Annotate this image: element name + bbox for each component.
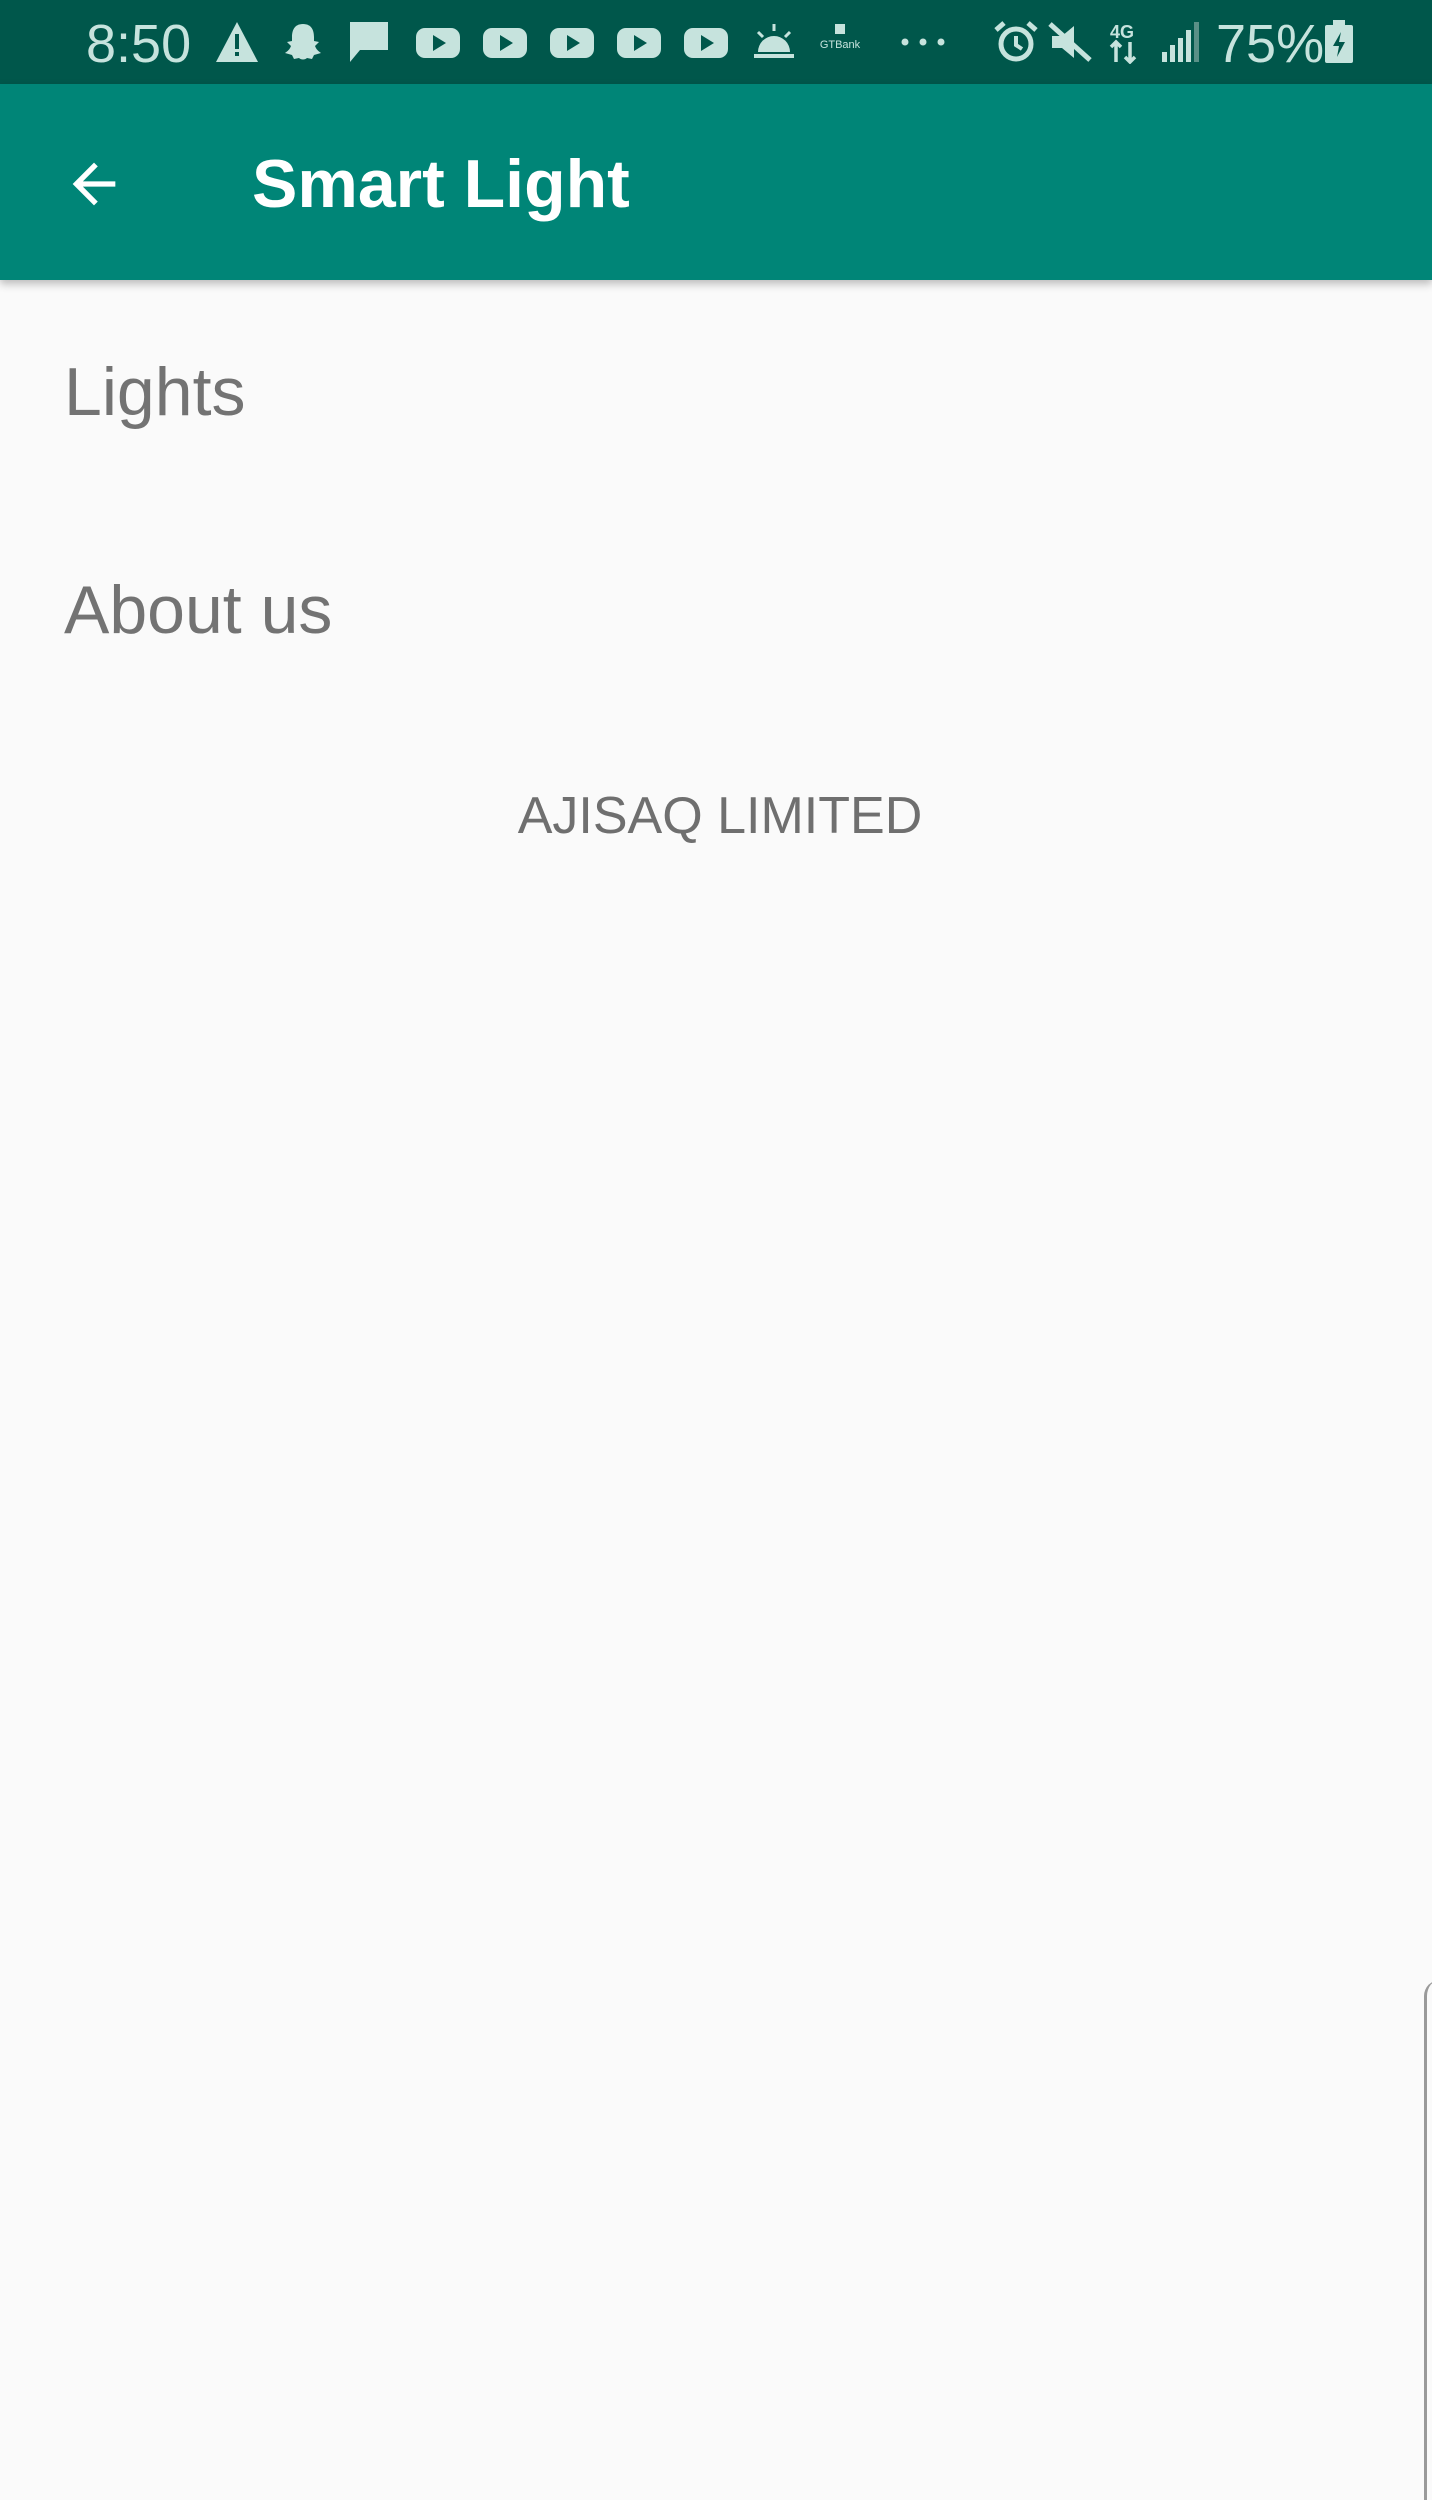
battery-charging-icon [1325,20,1353,63]
gtbank-label: GTBank [819,39,861,51]
youtube-icon [483,28,527,58]
weather-sunrise-icon [754,24,794,58]
svg-text:4G: 4G [1110,22,1134,42]
menu-item-lights[interactable]: Lights [64,352,245,432]
app-bar: Smart Light [0,84,1432,280]
message-icon [350,22,388,62]
snapchat-icon [285,24,321,60]
signal-icon [1162,22,1199,62]
menu-item-about-us[interactable]: About us [64,570,332,650]
youtube-icon [684,28,728,58]
youtube-icon [550,28,594,58]
youtube-icon [416,28,460,58]
mute-icon [1048,22,1092,62]
alarm-icon [994,21,1038,62]
company-name: AJISAQ LIMITED [517,787,923,845]
status-time: 8:50 [86,14,192,74]
youtube-icon [617,28,661,58]
arrow-back-icon [72,162,116,206]
back-button[interactable] [44,134,144,234]
status-bar: 8:50 GTBank 4G 75% [0,0,1432,84]
battery-percent: 75% [1216,14,1325,74]
more-dots-icon [901,38,945,46]
4g-data-icon: 4G [1109,22,1137,64]
warning-icon [216,22,258,62]
gtbank-icon: GTBank [816,20,864,64]
page-title: Smart Light [252,146,630,222]
edge-panel-handle[interactable] [1424,1980,1432,2500]
